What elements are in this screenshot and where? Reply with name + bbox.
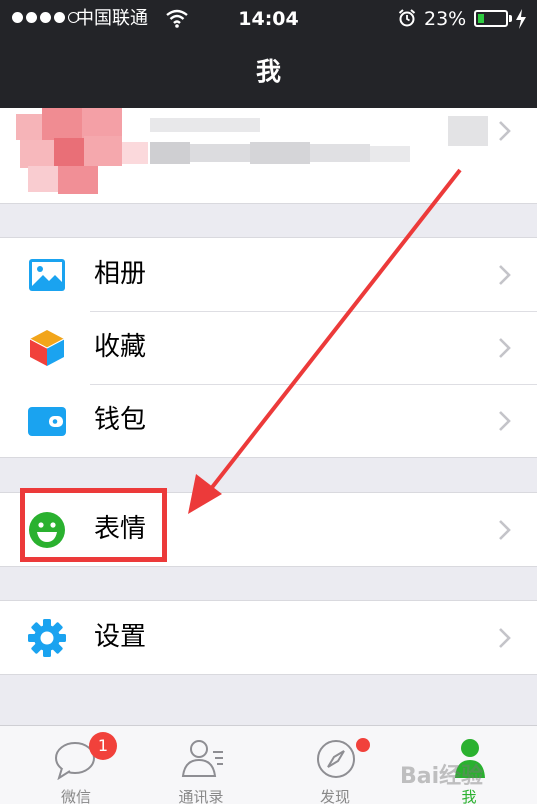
page-title: 我 xyxy=(255,57,281,86)
charging-bolt-icon xyxy=(516,9,526,29)
tab-label: 微信 xyxy=(60,788,91,804)
tab-label: 通讯录 xyxy=(178,788,224,804)
menu-item-wallet[interactable]: 钱包 xyxy=(0,384,537,457)
chevron-right-icon xyxy=(499,628,511,648)
chevron-right-icon xyxy=(499,520,511,540)
battery-percent: 23% xyxy=(424,8,467,30)
photo-album-icon xyxy=(29,259,65,291)
tab-contacts[interactable]: 通讯录 xyxy=(134,726,268,804)
compass-icon xyxy=(317,740,355,778)
battery-icon xyxy=(474,10,512,27)
menu-item-album[interactable]: 相册 xyxy=(0,238,537,311)
annotation-highlight-box xyxy=(20,488,167,562)
wallet-icon xyxy=(28,407,66,436)
contacts-icon xyxy=(181,740,223,777)
chevron-right-icon xyxy=(499,338,511,358)
chevron-right-icon xyxy=(499,265,511,285)
status-bar: 中国联通 14:04 23% xyxy=(0,0,537,38)
menu-label: 钱包 xyxy=(94,405,147,435)
menu-item-settings[interactable]: 设置 xyxy=(0,601,537,674)
tab-label: 发现 xyxy=(319,788,350,804)
top-bar: 中国联通 14:04 23% 我 xyxy=(0,0,537,108)
new-activity-dot xyxy=(356,738,370,752)
tab-chats[interactable]: 1 微信 xyxy=(9,726,143,804)
alarm-clock-icon xyxy=(398,9,416,27)
chevron-right-icon xyxy=(499,411,511,431)
menu-label: 收藏 xyxy=(94,332,147,362)
menu-item-favorites[interactable]: 收藏 xyxy=(0,311,537,384)
menu-group-settings: 设置 xyxy=(0,600,537,675)
unread-badge: 1 xyxy=(89,732,117,760)
profile-card[interactable] xyxy=(0,108,537,204)
favorites-cube-icon xyxy=(29,330,65,366)
gear-icon xyxy=(28,619,66,657)
chevron-right-icon xyxy=(499,121,511,141)
menu-label: 相册 xyxy=(94,259,147,289)
watermark: Bai经验 xyxy=(400,764,484,789)
menu-label: 设置 xyxy=(94,622,147,652)
menu-group-main: 相册 收藏 钱包 xyxy=(0,237,537,458)
tab-discover[interactable]: 发现 xyxy=(268,726,402,804)
